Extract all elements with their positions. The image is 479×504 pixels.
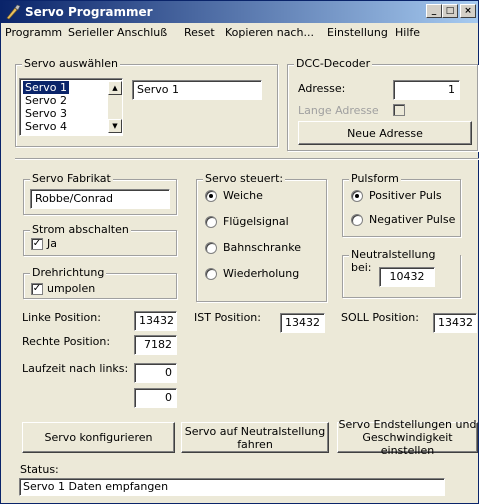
app-window: Servo Programmer _ □ × Programm Serielle… [0, 0, 479, 504]
minimize-button[interactable]: _ [426, 4, 442, 18]
move-to-neutral-button-label-1: Servo auf Neutralstellung [184, 424, 326, 438]
long-address-label: Lange Adresse [298, 104, 379, 117]
right-position-input[interactable]: 7182 [134, 335, 177, 355]
menu-serial-port[interactable]: Serieller Anschluß [68, 26, 167, 39]
runtime-left-input[interactable]: 0 [134, 363, 177, 383]
servo-list-item-3[interactable]: Servo 3 [23, 107, 69, 120]
actual-position-label: IST Position: [194, 311, 261, 324]
new-address-button[interactable]: Neue Adresse [298, 121, 472, 145]
right-position-label: Rechte Position: [22, 335, 111, 348]
runtime-left-label: Laufzeit nach links: [22, 362, 129, 375]
title-bar[interactable]: Servo Programmer _ □ × [1, 1, 478, 23]
runtime-right-input[interactable]: 0 [134, 388, 177, 408]
target-position-label: SOLL Position: [341, 311, 419, 324]
set-endpoints-speed-button[interactable]: Servo Endstellungen und Geschwindigkeit … [337, 418, 478, 457]
neutral-position-input[interactable]: 10432 [379, 267, 435, 287]
pulse-form-group: Pulsform [342, 172, 461, 237]
servo-controls-label: Servo steuert: [203, 172, 286, 185]
radio-switch-label: Weiche [223, 189, 263, 202]
radio-level-crossing-label: Bahnschranke [223, 241, 301, 254]
radio-switch[interactable] [205, 190, 217, 202]
menu-bar: Programm Serieller Anschluß Reset Kopier… [1, 23, 478, 43]
manufacturer-label: Servo Fabrikat [30, 172, 113, 185]
status-field: Servo 1 Daten empfangen [19, 478, 445, 496]
app-icon [6, 4, 21, 20]
pulse-form-label: Pulsform [349, 172, 401, 185]
actual-position-value: 13432 [280, 313, 325, 333]
servo-name-input[interactable]: Servo 1 [132, 80, 262, 100]
window-title: Servo Programmer [25, 5, 153, 19]
long-address-checkbox[interactable] [393, 104, 405, 116]
move-to-neutral-button[interactable]: Servo auf Neutralstellung fahren [181, 422, 329, 453]
left-position-label: Linke Position: [22, 311, 101, 324]
configure-servo-button-label: Servo konfigurieren [44, 431, 153, 444]
set-endpoints-speed-button-label-2: Geschwindigkeit einstellen [362, 431, 453, 457]
menu-settings[interactable]: Einstellung [327, 26, 388, 39]
menu-reset[interactable]: Reset [184, 26, 215, 39]
power-off-checkbox[interactable]: ✓ [31, 238, 43, 250]
address-label: Adresse: [298, 82, 346, 95]
radio-positive-pulse-label: Positiver Puls [369, 189, 442, 202]
scroll-down-arrow-icon[interactable]: ▼ [108, 119, 122, 133]
servo-list-item-4[interactable]: Servo 4 [23, 120, 69, 133]
maximize-button[interactable]: □ [442, 4, 458, 18]
left-position-input[interactable]: 13432 [134, 311, 177, 331]
servo-select-label: Servo auswählen [22, 57, 120, 70]
menu-copy-to[interactable]: Kopieren nach... [225, 26, 314, 39]
radio-semaphore-signal-label: Flügelsignal [223, 215, 289, 228]
status-label: Status: [20, 463, 59, 476]
servo-listbox[interactable]: Servo 1 Servo 2 Servo 3 Servo 4 ▲ ▼ [19, 78, 123, 136]
set-endpoints-speed-button-label-1: Servo Endstellungen und [338, 418, 477, 431]
target-position-value: 13432 [433, 313, 477, 333]
servo-list-scrollbar[interactable]: ▲ ▼ [108, 81, 122, 133]
radio-semaphore-signal[interactable] [205, 216, 217, 228]
servo-list-item-1[interactable]: Servo 1 [21, 80, 71, 95]
radio-positive-pulse[interactable] [351, 190, 363, 202]
manufacturer-input[interactable]: Robbe/Conrad [30, 189, 170, 209]
address-input[interactable]: 1 [393, 80, 460, 100]
dcc-decoder-label: DCC-Decoder [294, 57, 373, 70]
scroll-up-arrow-icon[interactable]: ▲ [108, 81, 122, 95]
radio-negative-pulse-label: Negativer Pulse [369, 213, 456, 226]
direction-checkbox[interactable]: ✓ [31, 283, 43, 295]
power-off-check-label: Ja [47, 237, 57, 250]
power-off-label: Strom abschalten [30, 223, 131, 236]
menu-help[interactable]: Hilfe [395, 26, 420, 39]
configure-servo-button[interactable]: Servo konfigurieren [22, 422, 175, 453]
separator [15, 158, 479, 160]
menu-programm[interactable]: Programm [5, 26, 62, 39]
radio-negative-pulse[interactable] [351, 214, 363, 226]
move-to-neutral-button-label-2: fahren [237, 437, 273, 451]
close-button[interactable]: × [460, 4, 476, 18]
radio-level-crossing[interactable] [205, 242, 217, 254]
direction-check-label: umpolen [47, 282, 96, 295]
radio-repeat-label: Wiederholung [223, 267, 300, 280]
direction-label: Drehrichtung [30, 266, 107, 279]
servo-list-item-2[interactable]: Servo 2 [23, 94, 69, 107]
radio-repeat[interactable] [205, 268, 217, 280]
